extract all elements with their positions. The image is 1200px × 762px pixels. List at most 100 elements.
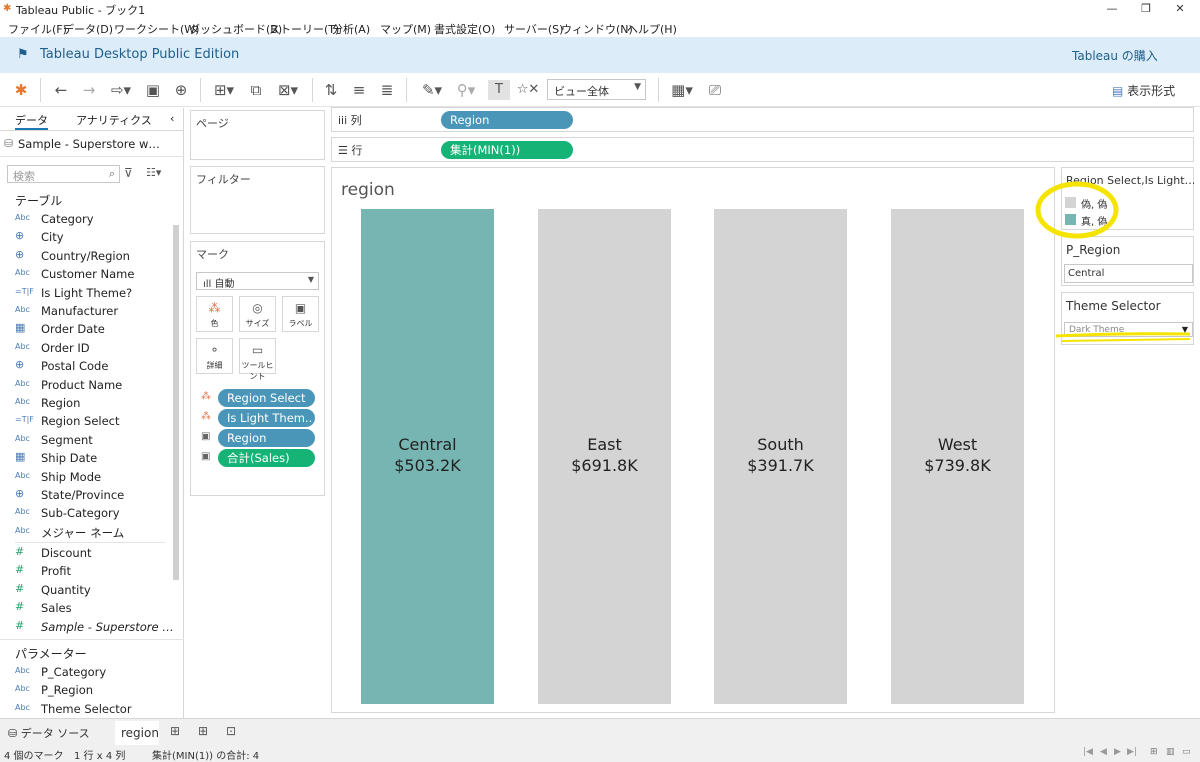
field-item[interactable]: Abc P_Category	[15, 663, 175, 681]
field-item[interactable]: # Quantity	[15, 581, 175, 599]
tab-view-icon[interactable]: ▭	[1182, 747, 1191, 757]
size-button[interactable]: ◎ サイズ	[239, 296, 276, 332]
forward-icon[interactable]: →	[80, 80, 98, 100]
field-item[interactable]: ⊕ Postal Code	[15, 357, 175, 375]
new-dashboard-icon[interactable]: ⊞	[198, 724, 208, 738]
pages-card[interactable]: ページ	[190, 110, 325, 160]
show-mark-labels-icon[interactable]: T	[488, 80, 510, 100]
sort-ascending-icon[interactable]: ≡	[350, 80, 368, 100]
pill-sum-sales[interactable]: 合計(Sales)	[218, 449, 315, 467]
tooltip-button[interactable]: ▭ ツールヒント	[239, 338, 276, 381]
back-icon[interactable]: ←	[52, 80, 70, 100]
boolean-icon: =T|F	[15, 415, 34, 425]
filter-icon[interactable]: ⊽	[124, 166, 133, 180]
new-datasource-icon[interactable]: ⊕	[172, 80, 190, 100]
field-item[interactable]: Abc Region	[15, 394, 175, 412]
color-button[interactable]: ⁂ 色	[196, 296, 233, 332]
field-item[interactable]: Abc Product Name	[15, 376, 175, 394]
new-worksheet-icon[interactable]: ⊞▾	[208, 80, 240, 100]
menu-worksheet[interactable]: ワークシート(W)	[114, 21, 199, 37]
label-button[interactable]: ▣ ラベル	[282, 296, 319, 332]
field-item[interactable]: Abc Ship Mode	[15, 468, 175, 486]
prev-page-icon[interactable]: ◀	[1100, 747, 1107, 757]
presentation-mode-icon[interactable]: ⎚	[704, 80, 726, 100]
group-members-icon[interactable]: ⚲▾	[452, 80, 480, 100]
pill-columns-region[interactable]: Region	[441, 111, 573, 129]
field-item[interactable]: Abc P_Region	[15, 681, 175, 699]
sort-descending-icon[interactable]: ≣	[378, 80, 396, 100]
fit-view-select[interactable]: ビュー全体 ▼	[547, 79, 646, 100]
highlight-icon[interactable]: ✎▾	[418, 80, 446, 100]
field-label: Sample - Superstore …	[41, 619, 174, 634]
datasource-name[interactable]: Sample - Superstore w…	[18, 137, 160, 151]
field-item[interactable]: ⊕ State/Province	[15, 486, 175, 504]
field-label: State/Province	[41, 488, 125, 502]
field-item[interactable]: ▦ Ship Date	[15, 449, 175, 467]
menu-server[interactable]: サーバー(S)	[504, 21, 563, 37]
field-item[interactable]: ⊕ Country/Region	[15, 247, 175, 265]
new-story-icon[interactable]: ⊡	[226, 724, 236, 738]
show-cards-icon[interactable]: ▦▾	[666, 80, 698, 100]
grid-view-icon[interactable]: ⊞	[1150, 747, 1158, 757]
last-page-icon[interactable]: ▶|	[1127, 747, 1137, 757]
filters-card[interactable]: フィルター	[190, 166, 325, 234]
menu-help[interactable]: ヘルプ(H)	[627, 21, 677, 37]
field-item[interactable]: Abc Sub-Category	[15, 504, 175, 522]
field-item[interactable]: Abc Segment	[15, 431, 175, 449]
columns-shelf[interactable]: iii 列 Region	[331, 107, 1194, 132]
menu-window[interactable]: ウィンドウ(N)	[561, 21, 633, 37]
field-item[interactable]: Abc メジャー ネーム	[15, 523, 175, 541]
menu-story[interactable]: ストーリー(T)	[269, 21, 339, 37]
menu-analysis[interactable]: 分析(A)	[332, 21, 370, 37]
tab-analytics[interactable]: アナリティクス	[76, 112, 152, 128]
field-item[interactable]: Abc Theme Selector	[15, 700, 175, 718]
field-item[interactable]: # Discount	[15, 544, 175, 562]
field-item[interactable]: # Sales	[15, 599, 175, 617]
datasource-connect-icon[interactable]: ⇨▾	[106, 80, 136, 100]
pill-region-label[interactable]: Region	[218, 429, 315, 447]
mark-type-select[interactable]: ıll 自動 ▼	[196, 272, 319, 290]
field-item[interactable]: ▦ Order Date	[15, 320, 175, 338]
field-list-scrollbar[interactable]	[173, 225, 179, 580]
bar-chart-icon: ıll	[203, 279, 215, 290]
close-button[interactable]: ✕	[1160, 0, 1200, 18]
next-page-icon[interactable]: ▶	[1114, 747, 1121, 757]
buy-tableau-link[interactable]: Tableau の購入	[1072, 47, 1158, 64]
pill-is-light-theme[interactable]: Is Light Them..	[218, 409, 315, 427]
filmstrip-view-icon[interactable]: ▥	[1166, 747, 1175, 757]
field-item[interactable]: # Sample - Superstore …	[15, 618, 175, 636]
pill-rows-min1[interactable]: 集計(MIN(1))	[441, 141, 573, 159]
menu-data[interactable]: データ(D)	[63, 21, 113, 37]
new-worksheet-icon[interactable]: ⊞	[170, 724, 180, 738]
fix-axes-icon[interactable]: ☆✕	[516, 80, 540, 100]
rows-shelf[interactable]: ☰ 行 集計(MIN(1))	[331, 137, 1194, 162]
field-item[interactable]: =T|F Is Light Theme?	[15, 284, 175, 302]
field-item[interactable]: # Profit	[15, 562, 175, 580]
sheet-tab-region[interactable]: region	[115, 721, 159, 746]
pill-region-select[interactable]: Region Select	[218, 389, 315, 407]
field-item[interactable]: Abc Order ID	[15, 339, 175, 357]
field-item[interactable]: Abc Category	[15, 210, 175, 228]
field-item[interactable]: Abc Customer Name	[15, 265, 175, 283]
search-field[interactable]: 検索 ⌕	[7, 165, 120, 183]
menu-map[interactable]: マップ(M)	[380, 21, 431, 37]
first-page-icon[interactable]: |◀	[1083, 747, 1093, 757]
list-view-icon[interactable]: ☷▾	[146, 166, 161, 179]
datasource-tab[interactable]: ⛁ データ ソース	[8, 725, 90, 741]
field-item[interactable]: Abc Manufacturer	[15, 302, 175, 320]
tableau-home-icon[interactable]: ✱	[12, 80, 30, 100]
clear-sheet-icon[interactable]: ⊠▾	[272, 80, 304, 100]
detail-button[interactable]: ⚬ 詳細	[196, 338, 233, 374]
collapse-pane-icon[interactable]: ‹	[170, 112, 174, 125]
field-item[interactable]: ⊕ City	[15, 228, 175, 246]
tab-data[interactable]: データ	[15, 112, 48, 130]
field-item[interactable]: =T|F Region Select	[15, 412, 175, 430]
yellow-annotation	[1035, 181, 1191, 342]
menu-file[interactable]: ファイル(F)	[8, 21, 67, 37]
geo-role-icon: ⊕	[15, 247, 25, 261]
show-me-button[interactable]: ▤ 表示形式	[1112, 82, 1175, 99]
menu-format[interactable]: 書式設定(O)	[434, 21, 495, 37]
swap-rows-columns-icon[interactable]: ⇅	[322, 80, 340, 100]
save-icon[interactable]: ▣	[144, 80, 162, 100]
duplicate-sheet-icon[interactable]: ⧉	[246, 80, 266, 100]
